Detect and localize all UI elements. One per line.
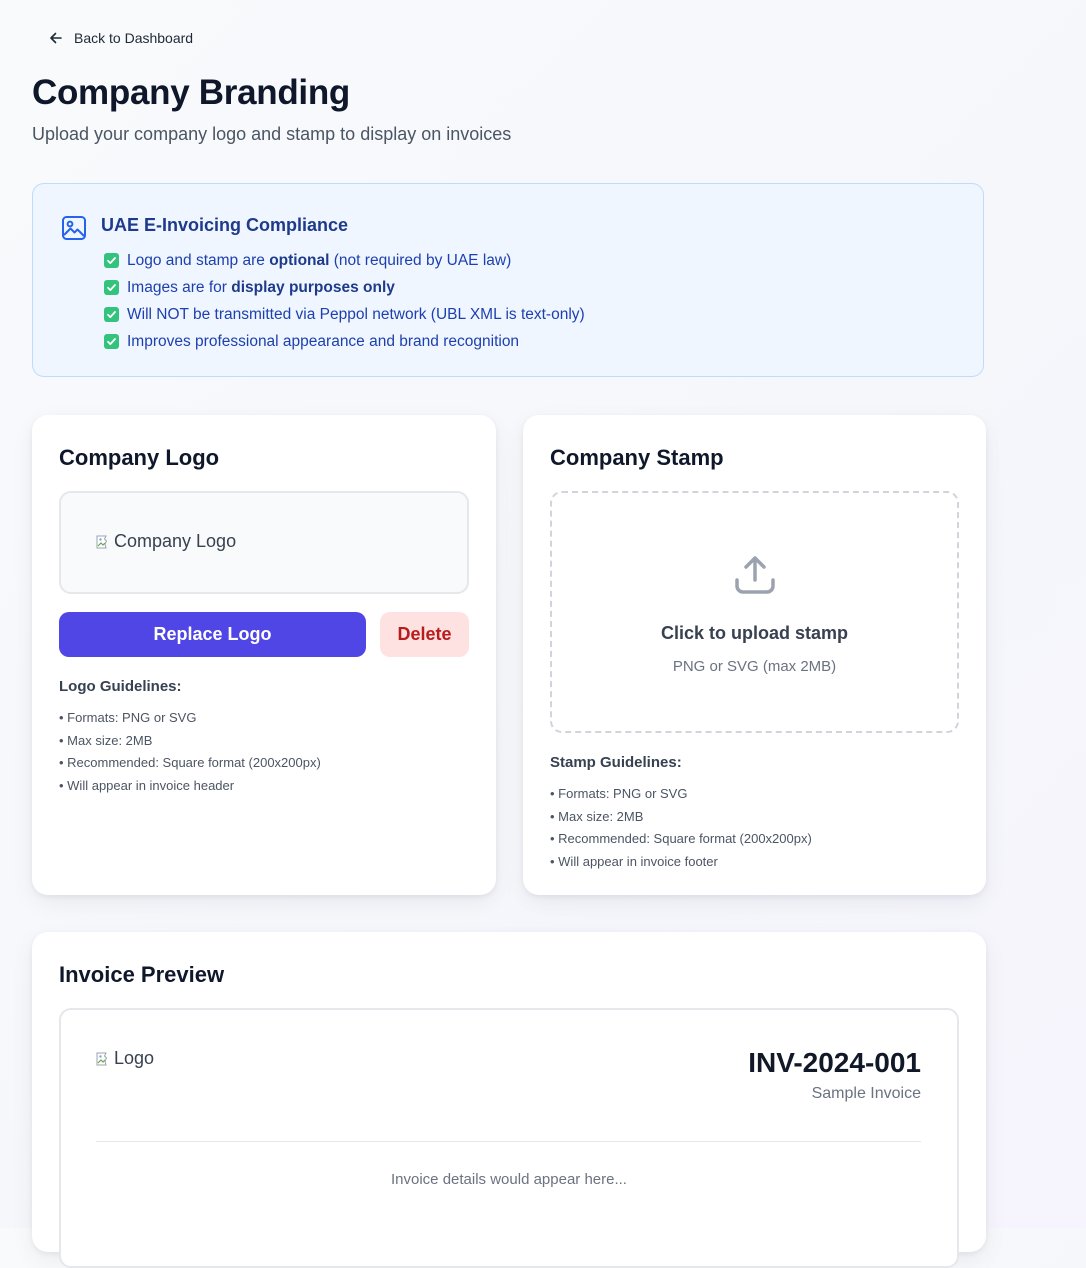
stamp-upload-dropzone[interactable]: Click to upload stamp PNG or SVG (max 2M… (550, 491, 959, 733)
guideline-item: • Will appear in invoice header (59, 777, 235, 793)
upload-icon (735, 556, 775, 594)
check-icon (104, 280, 119, 295)
compliance-item-text: Images are for display purposes only (127, 278, 395, 296)
guideline-item: • Will appear in invoice footer (550, 853, 718, 869)
back-link-label: Back to Dashboard (74, 30, 194, 46)
stamp-guidelines-list: • Formats: PNG or SVG • Max size: 2MB • … (550, 783, 812, 873)
invoice-number: INV-2024-001 (748, 1047, 921, 1078)
company-stamp-card: Company Stamp Click to upload stamp PNG … (523, 415, 986, 895)
guideline-item: • Formats: PNG or SVG (550, 786, 688, 801)
company-logo-card: Company Logo Company Logo Replace Logo D… (32, 415, 496, 895)
upload-stamp-label: Click to upload stamp (660, 623, 849, 643)
invoice-subtitle: Sample Invoice (811, 1085, 921, 1102)
logo-guidelines-title: Logo Guidelines: (59, 678, 182, 695)
replace-logo-button[interactable]: Replace Logo (59, 612, 366, 657)
guideline-item: • Max size: 2MB (59, 732, 153, 748)
check-icon (104, 307, 119, 322)
page-subtitle: Upload your company logo and stamp to di… (32, 124, 512, 144)
company-logo-image: Company Logo (96, 531, 236, 552)
compliance-item-text: Logo and stamp are optional (not require… (127, 251, 512, 269)
upload-stamp-hint: PNG or SVG (max 2MB) (672, 658, 837, 675)
invoice-preview: Logo INV-2024-001 Sample Invoice Invoice… (59, 1008, 959, 1268)
compliance-banner: UAE E-Invoicing Compliance Logo and stam… (32, 183, 984, 377)
preview-card-title: Invoice Preview (59, 962, 225, 987)
compliance-item-text: Will NOT be transmitted via Peppol netwo… (127, 305, 585, 323)
compliance-item: Logo and stamp are optional (not require… (104, 247, 585, 274)
compliance-item: Images are for display purposes only (104, 274, 585, 301)
guideline-item: • Max size: 2MB (550, 808, 644, 824)
broken-image-icon (96, 535, 108, 548)
compliance-title: UAE E-Invoicing Compliance (101, 215, 349, 235)
image-icon (62, 216, 86, 240)
logo-guidelines: Logo Guidelines: • Formats: PNG or SVG •… (59, 677, 321, 797)
back-to-dashboard-link[interactable]: Back to Dashboard (48, 28, 193, 48)
check-icon (104, 253, 119, 268)
guideline-item: • Recommended: Square format (200x200px) (59, 755, 321, 770)
guideline-item: • Recommended: Square format (200x200px) (550, 831, 812, 846)
arrow-left-icon (50, 32, 62, 44)
compliance-item-text: Improves professional appearance and bra… (127, 332, 520, 350)
compliance-list: Logo and stamp are optional (not require… (104, 247, 585, 355)
invoice-divider (96, 1141, 921, 1142)
compliance-item: Improves professional appearance and bra… (104, 328, 585, 355)
logo-guidelines-list: • Formats: PNG or SVG • Max size: 2MB • … (59, 707, 321, 797)
stamp-guidelines: Stamp Guidelines: • Formats: PNG or SVG … (550, 753, 812, 873)
broken-image-icon (96, 1052, 108, 1065)
compliance-item: Will NOT be transmitted via Peppol netwo… (104, 301, 585, 328)
logo-preview: Company Logo (59, 491, 469, 594)
page-title: Company Branding (32, 73, 350, 112)
stamp-guidelines-title: Stamp Guidelines: (550, 754, 682, 771)
guideline-item: • Formats: PNG or SVG (59, 710, 197, 725)
check-icon (104, 334, 119, 349)
delete-logo-button[interactable]: Delete (380, 612, 469, 657)
logo-card-title: Company Logo (59, 445, 220, 470)
stamp-card-title: Company Stamp (550, 445, 724, 470)
invoice-preview-card: Invoice Preview Logo INV-2024-001 Sample… (32, 932, 986, 1268)
invoice-logo-image: Logo (96, 1048, 154, 1069)
invoice-details-placeholder: Invoice details would appear here... (391, 1171, 627, 1188)
